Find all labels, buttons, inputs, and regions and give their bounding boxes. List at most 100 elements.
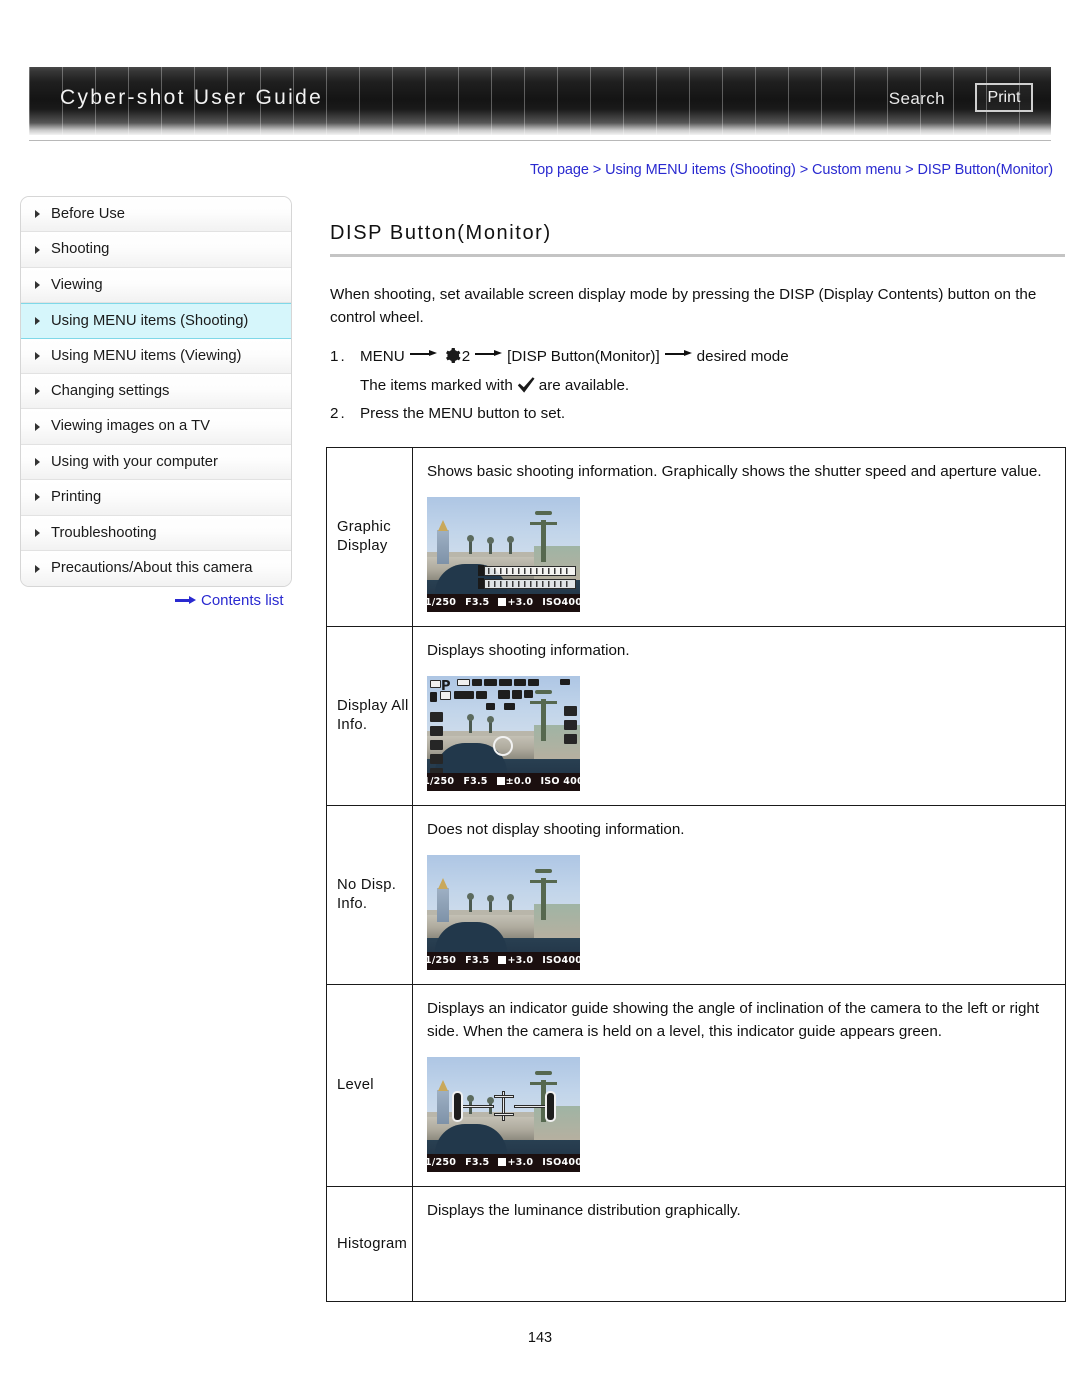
- step-part-disp-button: [DISP Button(Monitor)]: [507, 348, 660, 366]
- search-button[interactable]: Search: [889, 89, 945, 109]
- page-title: DISP Button(Monitor): [330, 222, 552, 244]
- triangle-right-icon: [35, 422, 40, 431]
- step-number: 1.: [330, 348, 347, 366]
- contents-list-link[interactable]: Contents list: [175, 592, 284, 609]
- step-part-menu: MENU: [360, 348, 405, 366]
- step-part-menu-number: 2: [461, 348, 471, 366]
- step-note-before: The items marked with: [360, 376, 513, 394]
- triangle-right-icon: [35, 387, 40, 396]
- ev-icon: [498, 1158, 507, 1167]
- sidebar-item-label: Precautions/About this camera: [51, 559, 253, 576]
- title-divider: [330, 254, 1065, 257]
- triangle-right-icon: [35, 210, 40, 219]
- steps-list: 1. MENU 2 [DISP Button(Monitor)] desired mo…: [330, 345, 1065, 427]
- record-count-icon: [472, 679, 482, 687]
- iso-value: ISO 400: [540, 776, 580, 788]
- face-detection-icon: [486, 703, 495, 711]
- level-center-bottom: [493, 1112, 514, 1116]
- level-center-marker: [493, 1090, 514, 1121]
- description-text: Displays shooting information.: [427, 642, 630, 660]
- sidebar-item-viewing[interactable]: Viewing: [21, 267, 291, 304]
- sidebar-item-using-with-your-computer[interactable]: Using with your computer: [21, 444, 291, 481]
- table-row: Histogram Displays the luminance distrib…: [326, 1186, 1066, 1303]
- breadcrumb-item-using-menu-items-shooting[interactable]: Using MENU items (Shooting): [605, 162, 796, 178]
- table-row: Graphic Display Shows basic shooting inf…: [326, 446, 1066, 628]
- tower-left: [437, 878, 449, 923]
- print-button[interactable]: Print: [975, 83, 1033, 112]
- metering-icon: [476, 691, 487, 700]
- sidebar-item-label: Using with your computer: [51, 453, 218, 470]
- mode-name-cell: Histogram: [326, 1186, 413, 1303]
- lamp-post: [507, 536, 514, 555]
- landscape-icon: [564, 734, 577, 745]
- sidebar-item-precautions-about-this-camera[interactable]: Precautions/About this camera: [21, 550, 291, 587]
- level-bar-left: [459, 1104, 494, 1108]
- lamp-statue: [530, 511, 557, 563]
- exposure-compensation-value: +3.0: [498, 1154, 533, 1172]
- sidebar-item-printing[interactable]: Printing: [21, 480, 291, 516]
- sidebar-item-label: Viewing: [51, 276, 103, 293]
- mode-name-cell: No Disp. Info.: [326, 805, 413, 986]
- scene-mode-icon: [430, 740, 443, 751]
- scale-ticks: [488, 581, 572, 588]
- sidebar-item-changing-settings[interactable]: Changing settings: [21, 373, 291, 410]
- breadcrumb-item-top-page[interactable]: Top page: [530, 162, 589, 178]
- battery-icon: [514, 679, 526, 687]
- sidebar-item-troubleshooting[interactable]: Troubleshooting: [21, 515, 291, 551]
- flash-icon: [430, 692, 437, 703]
- checkmark-icon: [516, 376, 536, 403]
- breadcrumb-separator: >: [592, 162, 602, 178]
- arrow-right-icon: [664, 349, 692, 359]
- table-row: No Disp. Info. Does not display shooting…: [326, 805, 1066, 986]
- camera-info-bar: 1/250 F3.5 +3.0 ISO400: [427, 1154, 580, 1173]
- table-row: Level Displays an indicator guide showin…: [326, 984, 1066, 1188]
- smile-shutter-icon: [504, 703, 515, 711]
- tower-left: [437, 520, 449, 565]
- arrow-right-icon: [175, 596, 197, 604]
- triangle-right-icon: [35, 564, 40, 573]
- sidebar-item-viewing-images-on-a-tv[interactable]: Viewing images on a TV: [21, 409, 291, 445]
- lamp-post: [487, 895, 494, 913]
- step-1-note: The items marked with are available.: [360, 374, 1065, 403]
- shutter-scale: [484, 566, 576, 577]
- sidebar-item-label: Changing settings: [51, 382, 170, 399]
- level-indicator-guide-icon: [452, 1089, 556, 1123]
- breadcrumb-separator: >: [905, 162, 914, 178]
- sidebar-item-using-menu-items-viewing[interactable]: Using MENU items (Viewing): [21, 338, 291, 374]
- status-icons-right-column: [564, 706, 577, 748]
- table-row: Display All Info. Displays shooting info…: [326, 626, 1066, 807]
- contents-list-label: Contents list: [201, 592, 284, 609]
- camera-screen-preview-graphic: 1/250 F3.5 +3.0 ISO400: [427, 497, 580, 613]
- sidebar-item-using-menu-items-shooting[interactable]: Using MENU items (Shooting): [21, 303, 291, 339]
- description-text: Does not display shooting information.: [427, 821, 685, 839]
- lamp-post: [487, 537, 494, 555]
- step-body: MENU 2 [DISP Button(Monitor)] desired mode: [360, 345, 1065, 373]
- exposure-compensation-value: +3.0: [498, 952, 533, 970]
- status-icons-left-column: [430, 712, 443, 782]
- step-part-desired-mode: desired mode: [696, 348, 789, 366]
- step-2: 2. Press the MENU button to set.: [330, 402, 1065, 427]
- lamp-post: [467, 535, 474, 555]
- camera-info-bar: 1/250 F3.5 ±0.0 ISO 400: [427, 773, 580, 792]
- arrow-right-icon: [409, 349, 437, 359]
- triangle-right-icon: [35, 351, 40, 360]
- triangle-right-icon: [35, 280, 40, 289]
- lamp-post: [467, 714, 474, 734]
- breadcrumb-item-custom-menu[interactable]: Custom menu: [812, 162, 901, 178]
- mode-name-cell: Display All Info.: [326, 626, 413, 807]
- nfc-icon: [560, 679, 570, 686]
- lamp-post: [507, 894, 514, 913]
- picture-effect-icon: [430, 712, 443, 723]
- breadcrumb-item-disp-button-monitor[interactable]: DISP Button(Monitor): [917, 162, 1053, 178]
- triangle-right-icon: [35, 316, 40, 325]
- aperture-cursor-icon: [478, 578, 484, 590]
- site-title: Cyber-shot User Guide: [60, 86, 324, 109]
- sidebar-item-shooting[interactable]: Shooting: [21, 232, 291, 268]
- sidebar-item-label: Before Use: [51, 206, 126, 222]
- ev-icon: [496, 777, 505, 786]
- sidebar-item-before-use[interactable]: Before Use: [21, 197, 291, 233]
- image-size-icon: [457, 679, 470, 687]
- description-text: Shows basic shooting information. Graphi…: [427, 463, 1042, 480]
- arrow-right-icon: [475, 349, 503, 359]
- sidebar-item-label: Printing: [51, 489, 102, 506]
